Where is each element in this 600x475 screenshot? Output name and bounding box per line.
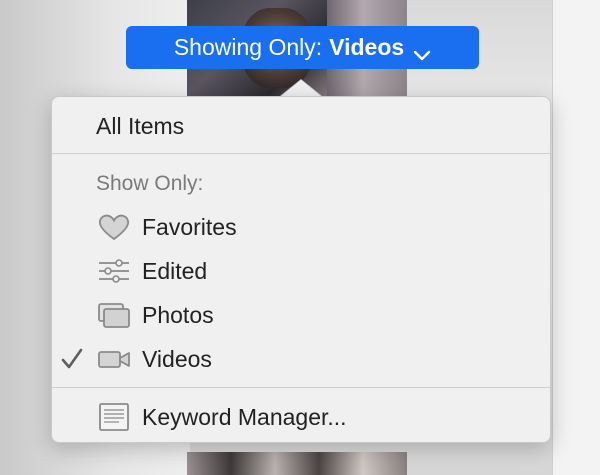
menu-item-label: Photos xyxy=(142,301,214,328)
menu-item-label: Videos xyxy=(142,345,212,372)
showing-only-button[interactable]: Showing Only: Videos xyxy=(126,26,479,69)
menu-item-favorites[interactable]: Favorites xyxy=(52,207,550,247)
photos-icon xyxy=(97,300,131,330)
keyword-manager-icon xyxy=(97,402,131,432)
heart-icon xyxy=(97,212,131,242)
showing-only-value: Videos xyxy=(329,34,405,60)
sliders-icon xyxy=(97,256,131,286)
checkmark-icon xyxy=(60,347,84,371)
menu-separator xyxy=(52,387,550,388)
video-camera-icon xyxy=(97,344,131,374)
menu-item-photos[interactable]: Photos xyxy=(52,295,550,335)
menu-pointer-arrow xyxy=(280,80,322,97)
showing-only-prefix: Showing Only: xyxy=(173,34,323,60)
chevron-down-icon xyxy=(413,41,431,60)
menu-separator xyxy=(52,153,550,154)
menu-item-videos[interactable]: Videos xyxy=(52,339,550,379)
show-only-menu: All Items Show Only: Favorites Edited Ph… xyxy=(51,96,551,443)
menu-item-label: Keyword Manager... xyxy=(142,403,347,430)
menu-item-label: All Items xyxy=(96,112,185,139)
menu-item-keyword-manager[interactable]: Keyword Manager... xyxy=(52,397,550,437)
photo-thumbnail-bottom[interactable] xyxy=(187,452,407,475)
menu-item-label: Favorites xyxy=(142,213,237,240)
menu-item-edited[interactable]: Edited xyxy=(52,251,550,291)
menu-item-label: Edited xyxy=(142,257,208,284)
right-panel xyxy=(552,0,600,475)
menu-item-all-items[interactable]: All Items xyxy=(52,106,550,146)
show-only-header: Show Only: xyxy=(96,172,204,195)
